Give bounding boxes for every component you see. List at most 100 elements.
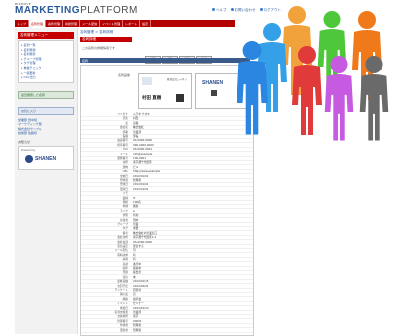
form-field-value: 03-0000-0000 [133, 138, 153, 143]
form-field-label: 案件 [122, 266, 128, 270]
qr-code-icon [211, 90, 217, 96]
form-field-value: 村田 [133, 116, 139, 121]
form-field-value: 管理者 [133, 323, 142, 328]
form-field-label: 住所 [122, 160, 128, 165]
form-field-label: 会社名 [119, 125, 128, 130]
form-field-value: 株式会社 [133, 125, 144, 130]
sidebar-menu: 名刺一覧 名刺登録 名刺検索 グループ管理 タグ管理 重複チェック 一括更新 C… [18, 40, 74, 83]
form-field-value: 2012/01/15 [133, 279, 149, 284]
card-image-label: 名刺画像 [118, 73, 131, 77]
form-field-value: 重要 [133, 226, 139, 231]
form-field-value: A [133, 208, 135, 213]
tab-event[interactable]: イベント管理 [100, 20, 124, 27]
form-field-label: グループ [117, 222, 128, 226]
tab-report[interactable]: レポート [123, 20, 141, 27]
form-field-value: 管理者 [133, 327, 142, 332]
form-field-label: タグ [122, 226, 128, 231]
form-field-label: 業種 [122, 195, 128, 200]
sidebar-item[interactable]: CSV出力 [21, 75, 71, 80]
card-logo-icon [142, 77, 152, 85]
form-field-value: 進行中 [133, 261, 142, 266]
mail-icon [230, 8, 234, 11]
form-field-label: 担当者 [119, 217, 128, 222]
form-field-value: 03-0000-0001 [133, 147, 153, 152]
form-field-value: 有 [133, 257, 136, 262]
form-row: 更新者 管理者 [81, 328, 253, 333]
form-field-value: 受信する [133, 244, 144, 248]
form-field-value: 部長 [133, 134, 139, 138]
form-field-value: 090-0000-0000 [133, 142, 154, 147]
form-field-label: 管理番号 [117, 318, 128, 323]
list-item[interactable]: 技術部 佐藤様 [18, 131, 74, 135]
shanen-logo-icon [25, 155, 33, 164]
form-field-label: 参加日 [119, 305, 128, 310]
sidebar-section-recent[interactable]: 最近閲覧した名刺 [18, 90, 74, 99]
form-field-label: 受注 [122, 274, 128, 279]
sidebar-section-favorites[interactable]: お気に入り [18, 106, 74, 115]
form-field-value: 100名 [133, 200, 141, 204]
tab-top[interactable]: トップ [15, 20, 30, 27]
tab-mail[interactable]: メール配信 [80, 20, 101, 27]
tab-settings[interactable]: 設定 [140, 20, 152, 27]
form-field-label: 備考 [122, 230, 128, 235]
form-field-value: 管理者 [133, 178, 142, 182]
tab-project[interactable]: 案件管理 [46, 20, 64, 27]
form-field-value: 有 [133, 252, 136, 257]
main-tab-bar: トップ 名刺管理 案件管理 商談管理 メール配信 イベント管理 レポート 設定 [15, 20, 235, 27]
form-field-value: 営業 [133, 222, 139, 226]
form-field-label: 名刺交換者 [114, 310, 128, 314]
form-field-value: info@example [133, 151, 153, 156]
powered-by-box: Powered by SHANEN [18, 146, 74, 171]
help-icon [212, 8, 215, 11]
form-field-label: 登録日 [119, 182, 128, 187]
form-field-label: メール配信 [114, 248, 128, 253]
form-field-value: 営業部 [133, 310, 142, 314]
card-logo-text: SHANEN [202, 80, 224, 86]
form-field-label: 交換場所 [117, 314, 128, 319]
form-field-label: 電話番号 [117, 138, 128, 143]
form-field-label: 携帯番号 [117, 142, 128, 147]
card-name: 村田 直樹 [142, 95, 162, 100]
form-field-value: 展示会 [133, 296, 142, 301]
form-field-value: 03-0000-0000 [133, 239, 153, 244]
form-field-value: 東京都千代田区 [133, 160, 152, 165]
business-card-front[interactable]: 株式会社シャネン 村田 直樹 [138, 73, 192, 109]
top-link-help[interactable]: ヘルプ [212, 8, 227, 13]
tab-card-manage[interactable]: 名刺管理 [29, 20, 47, 27]
form-field-value: 東京 [133, 314, 139, 319]
form-field-value: 提出済 [133, 270, 142, 275]
form-field-label: 来場 [122, 257, 128, 262]
tab-deal[interactable]: 商談管理 [63, 20, 81, 27]
brand-platform: PLATFORM [80, 5, 138, 16]
breadcrumb[interactable]: 名刺管理 > 名刺詳細 [80, 30, 113, 35]
brand-logo: BIZMOVE MARKETINGPLATFORM [15, 2, 138, 16]
form-field-value: IT [133, 195, 136, 200]
form-field-value: 2012/02/01 [133, 283, 149, 288]
form-field-label: 名 [125, 120, 128, 125]
form-field-value: 未 [133, 274, 136, 279]
form-field-label: 関心度 [119, 292, 128, 297]
form-field-label: フリガナ [117, 112, 128, 116]
powered-by-label: Powered by [21, 149, 36, 153]
form-field-label: 更新日 [119, 186, 128, 191]
form-field-label: ランク [119, 208, 128, 213]
content-header-label: 名刺 [82, 59, 89, 63]
form-field-label: URL [122, 169, 128, 174]
form-field-value: 田中 [133, 217, 139, 222]
top-link-help-label: ヘルプ [216, 8, 227, 12]
form-field-value: ビル [133, 164, 139, 169]
sidebar-list: 営業部 田中様 マーケティング部 株式会社サンプル 技術部 佐藤様 [15, 118, 77, 136]
form-field-label: 商談 [122, 261, 128, 266]
form-field-value: 株式会社の営業窓口 [133, 230, 158, 235]
qr-code-icon [176, 94, 184, 102]
form-field-label: 最終接触 [117, 279, 128, 284]
form-field-value: 2012/01/01 [133, 186, 149, 191]
form-field-label: アンケート [114, 288, 128, 292]
page-title: 名刺詳細 [80, 37, 132, 42]
form-field-label: 受信設定 [117, 244, 128, 248]
sidebar-menu-header: 名刺管理メニュー [18, 32, 74, 39]
form-field-value: ムラタ ナオキ [133, 112, 150, 116]
form-field-value: 100-0001 [133, 156, 146, 160]
form-field-label: メモ [122, 191, 128, 196]
brand-marketing: MARKETING [15, 5, 81, 16]
